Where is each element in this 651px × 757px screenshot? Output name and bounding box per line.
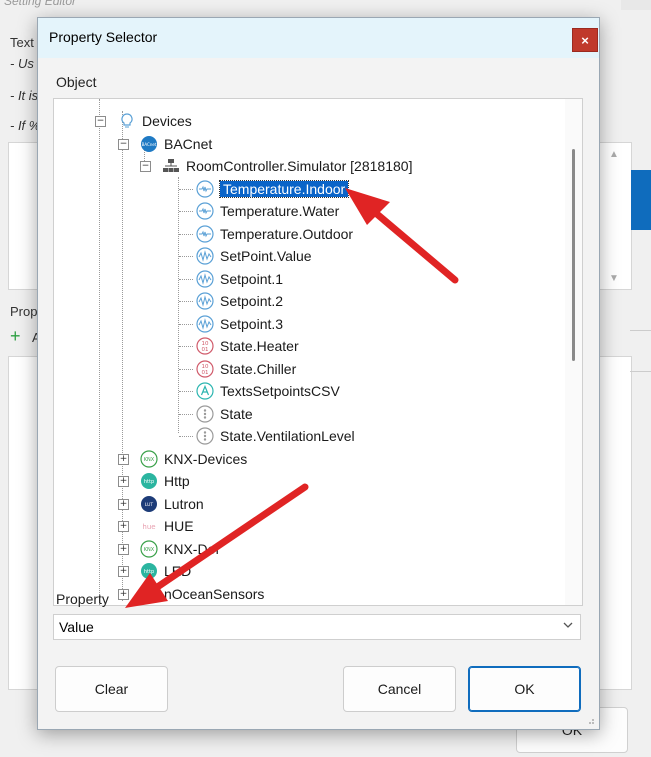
arrow-to-property-label	[125, 483, 309, 608]
annotation-arrows	[125, 188, 459, 608]
arrow-to-temperature-indoor	[345, 188, 459, 284]
